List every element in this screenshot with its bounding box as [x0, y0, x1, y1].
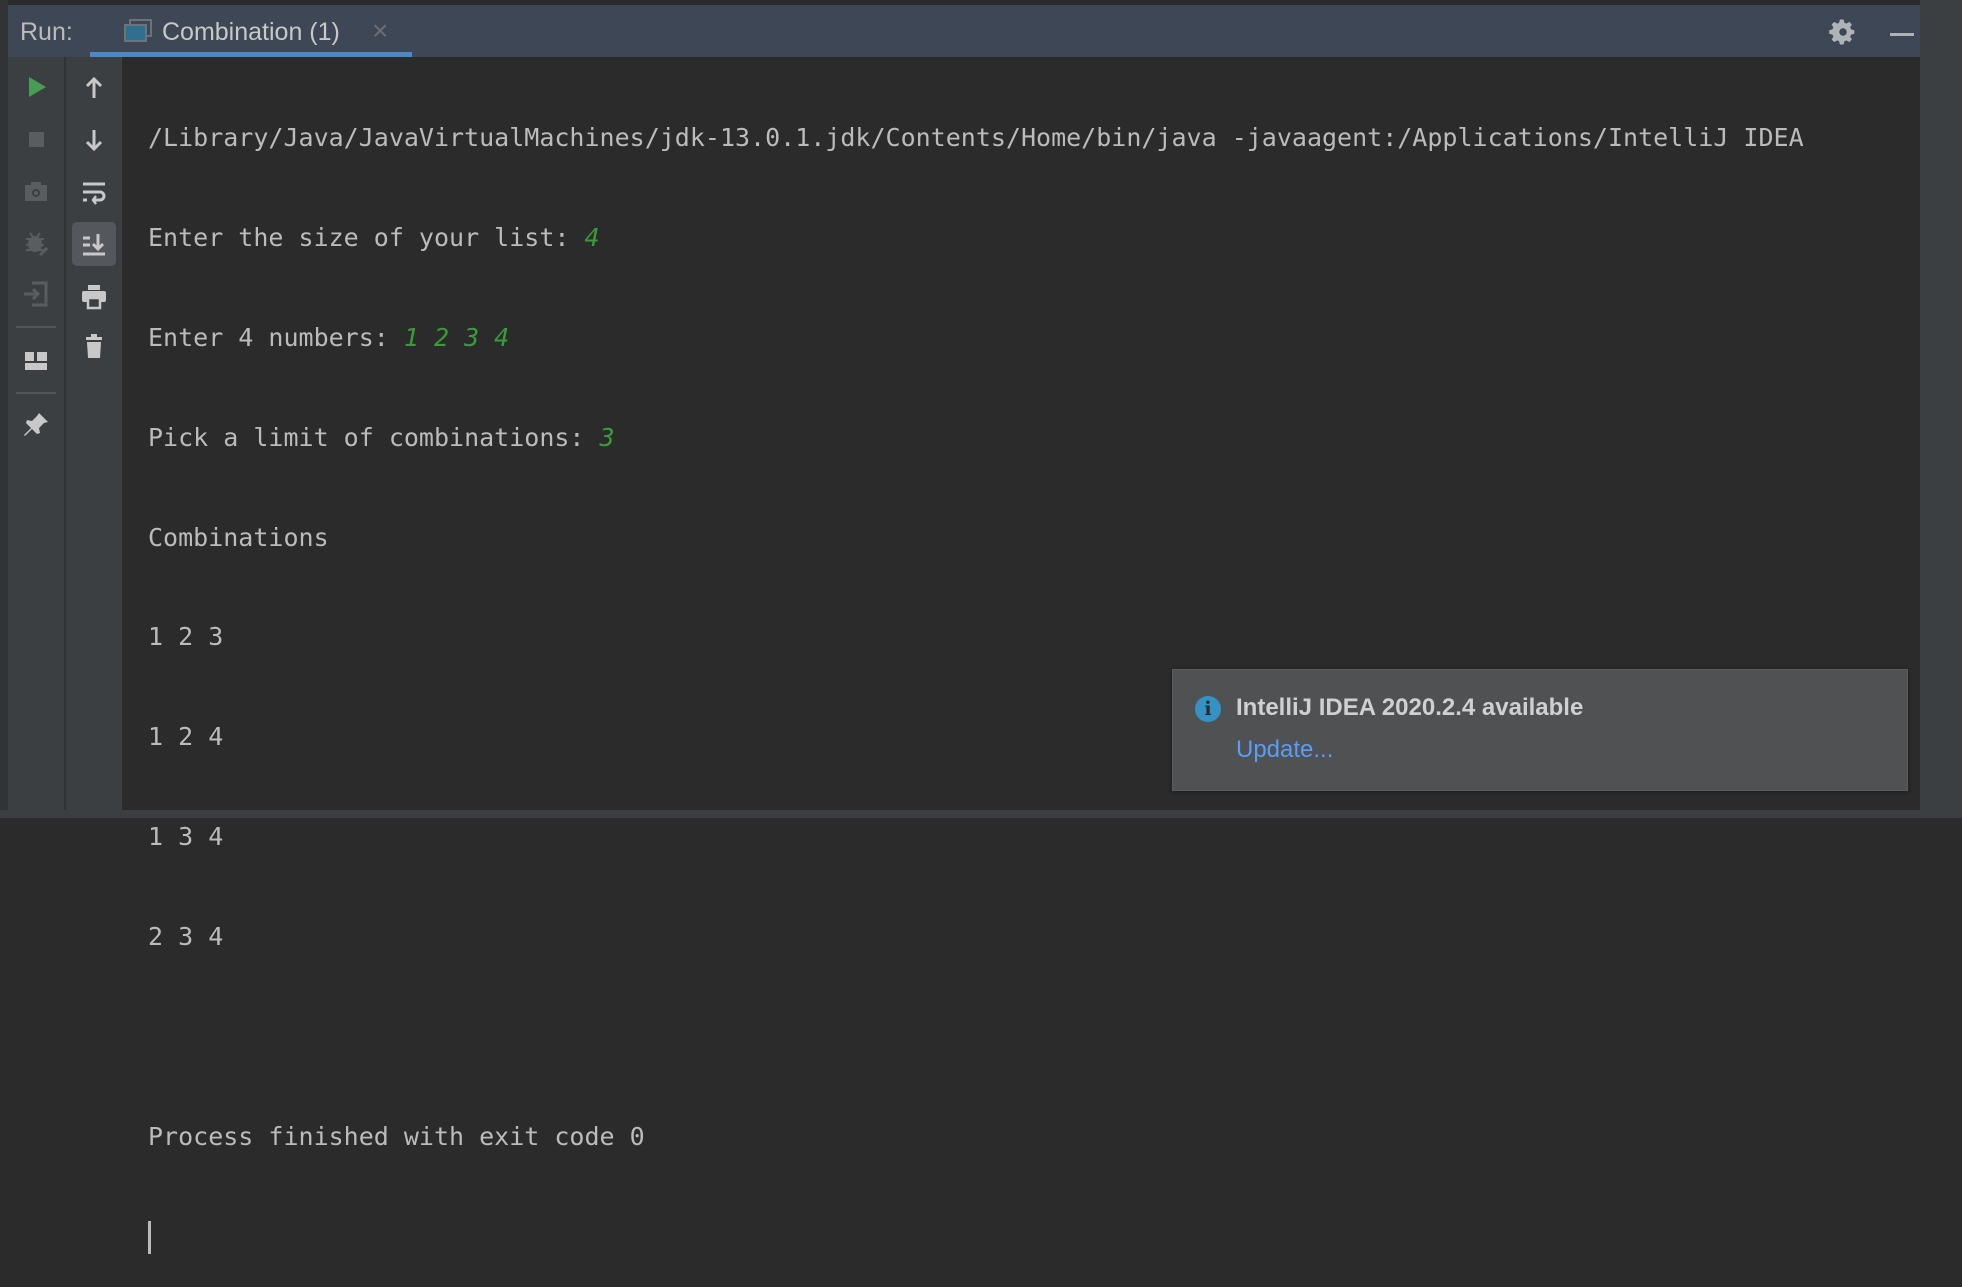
left-edge: [0, 0, 8, 818]
rerun-icon[interactable]: [20, 71, 52, 103]
debug-icon[interactable]: [20, 227, 52, 259]
text-cursor: [148, 1221, 151, 1255]
update-notification: i IntelliJ IDEA 2020.2.4 available Updat…: [1172, 669, 1908, 791]
info-icon: i: [1195, 696, 1221, 722]
layout-icon[interactable]: [20, 344, 52, 376]
toolbar-separator: [16, 392, 56, 394]
minimize-icon[interactable]: [1890, 33, 1914, 36]
run-tool-header: Run: Combination (1) ×: [8, 5, 1920, 57]
close-icon[interactable]: ×: [372, 15, 388, 47]
restore-layout-icon[interactable]: [20, 278, 52, 310]
pin-icon[interactable]: [20, 409, 52, 441]
tab-active-indicator: [90, 52, 412, 57]
result-line: 2 3 4: [148, 922, 224, 952]
user-input: 4: [584, 222, 600, 252]
tab-combination[interactable]: Combination (1) ×: [90, 5, 412, 57]
console-line: Pick a limit of combinations: 3: [148, 417, 1804, 459]
trash-icon[interactable]: [78, 331, 110, 363]
update-link[interactable]: Update...: [1236, 736, 1333, 764]
user-input: 1 2 3 4: [403, 322, 510, 352]
bottom-border: [0, 810, 1962, 818]
gear-icon[interactable]: [1828, 17, 1858, 47]
input-line[interactable]: [148, 1216, 1804, 1258]
notification-title: IntelliJ IDEA 2020.2.4 available: [1236, 694, 1584, 721]
scroll-to-end-icon[interactable]: [78, 228, 110, 260]
console-toolbar: [66, 57, 122, 810]
stop-icon[interactable]: [20, 123, 52, 155]
tab-label: Combination (1): [162, 18, 340, 46]
run-label: Run:: [20, 18, 73, 46]
command-line: /Library/Java/JavaVirtualMachines/jdk-13…: [148, 123, 1804, 152]
left-toolbar: [8, 57, 64, 810]
console-line: Enter the size of your list: 4: [148, 217, 1804, 259]
up-icon[interactable]: [78, 72, 110, 104]
user-input: 3: [599, 422, 615, 452]
result-line: 1 2 3: [148, 622, 224, 652]
output-heading: Combinations: [148, 522, 329, 552]
snapshot-icon[interactable]: [20, 175, 52, 207]
toolbar-separator: [16, 326, 56, 328]
print-icon[interactable]: [78, 281, 110, 313]
soft-wrap-icon[interactable]: [78, 177, 110, 209]
exit-message: Process finished with exit code 0: [148, 1121, 645, 1151]
prompt-text: Enter 4 numbers:: [148, 322, 404, 352]
prompt-text: Enter the size of your list:: [148, 222, 585, 252]
console-window-icon: [124, 19, 152, 42]
right-tool-strip: [1920, 0, 1962, 818]
down-icon[interactable]: [78, 124, 110, 156]
prompt-text: Pick a limit of combinations:: [148, 422, 600, 452]
result-line: 1 3 4: [148, 822, 224, 852]
console-line: Enter 4 numbers: 1 2 3 4: [148, 317, 1804, 359]
